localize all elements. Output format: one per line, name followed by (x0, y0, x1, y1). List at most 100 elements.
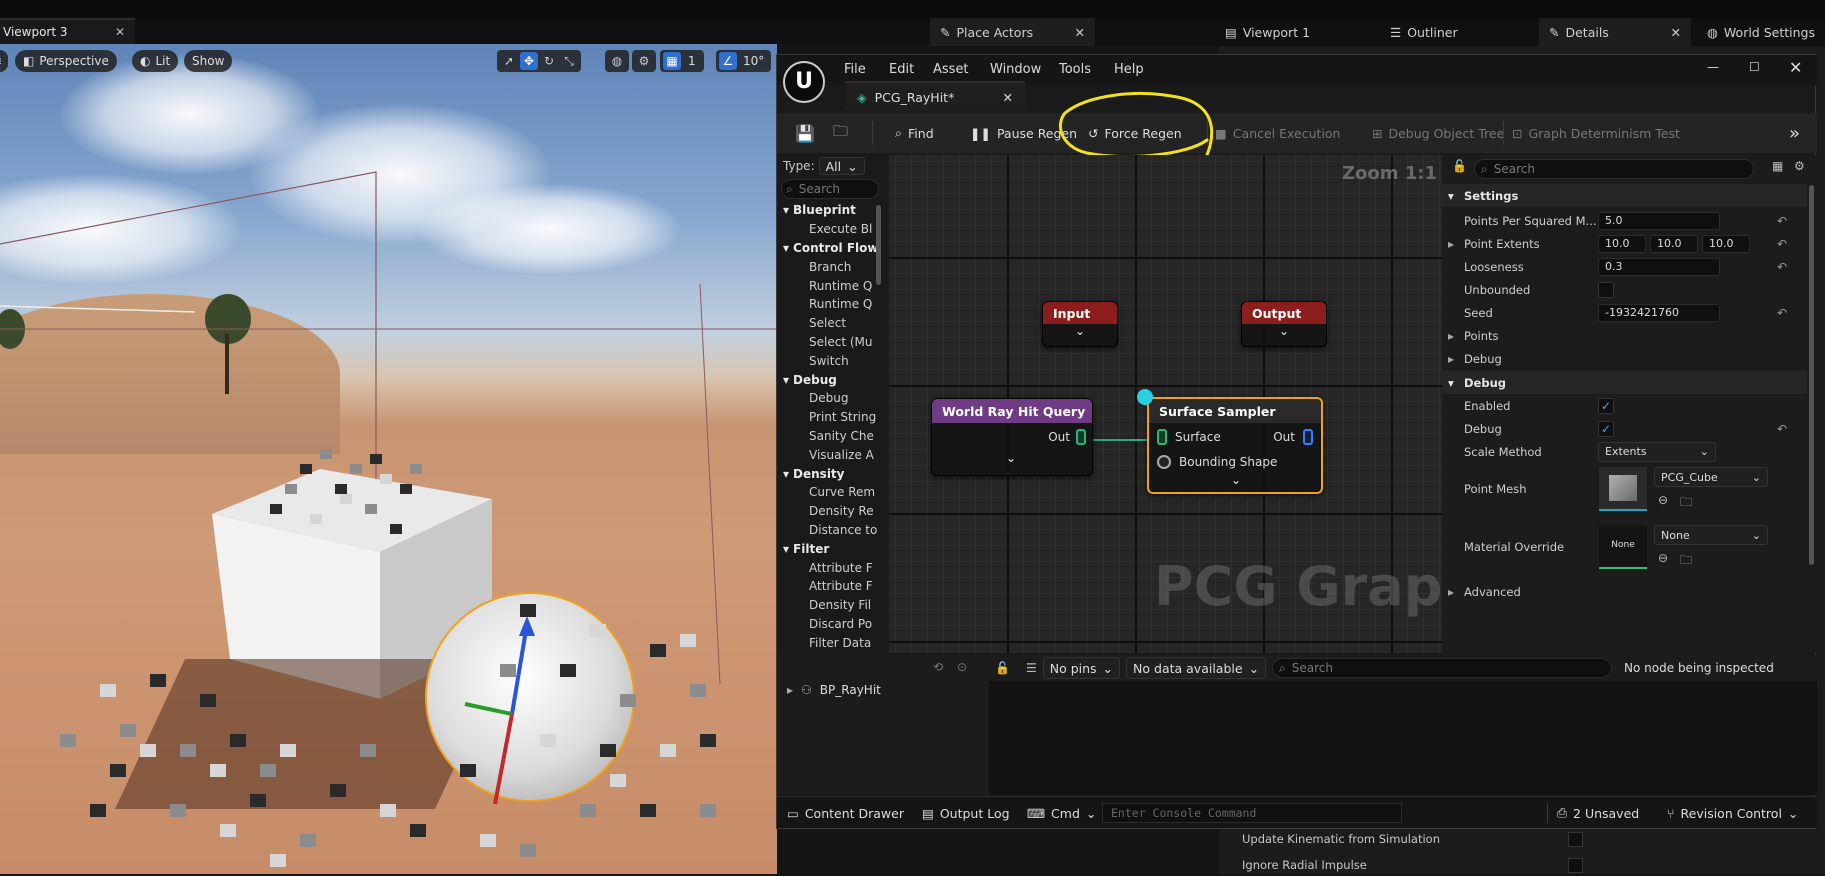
scrollbar[interactable] (1809, 185, 1814, 565)
reset-icon[interactable]: ↶ (1777, 214, 1787, 228)
detail-checkbox[interactable] (1568, 831, 1583, 847)
out-pin-icon[interactable] (1076, 429, 1086, 445)
palette-item[interactable]: Switch (777, 351, 883, 370)
rotate-icon[interactable]: ↻ (540, 52, 558, 70)
console-input[interactable]: Enter Console Command (1102, 803, 1402, 823)
gear-icon[interactable]: ⚙ (1794, 159, 1805, 173)
menu-tools[interactable]: Tools (1059, 62, 1091, 77)
menu-file[interactable]: File (844, 62, 866, 77)
out-pin-icon[interactable] (1303, 429, 1313, 445)
reset-icon[interactable]: ↶ (1777, 422, 1787, 436)
tab-viewport1[interactable]: ▤ Viewport 1 (1215, 18, 1320, 46)
palette-search[interactable]: ⌕ Search (781, 179, 879, 199)
browse-icon[interactable]: 🗀 (1680, 551, 1692, 572)
lock-icon[interactable]: 🔓 (1452, 159, 1467, 173)
unsaved-button[interactable]: ⎙ 2 Unsaved (1557, 797, 1639, 829)
chevron-down-icon[interactable]: ⌄ (1242, 324, 1326, 338)
focus-icon[interactable]: ⊙ (957, 660, 967, 674)
translate-icon[interactable]: ✥ (520, 52, 538, 70)
table-view-icon[interactable]: ▦ (1772, 159, 1783, 173)
debug-checkbox[interactable]: ✓ (1598, 420, 1614, 437)
close-icon[interactable]: ✕ (1003, 90, 1013, 105)
bounding-shape-pin-icon[interactable] (1157, 455, 1171, 469)
tree-item-bp-rayhit[interactable]: ▸ ⚇ BP_RayHit (787, 683, 881, 697)
settings-section[interactable]: ▾ Settings (1442, 184, 1807, 207)
world-local-toggle[interactable]: ◍ (605, 50, 629, 72)
type-dropdown[interactable]: All ⌄ (818, 157, 865, 175)
menu-help[interactable]: Help (1114, 62, 1144, 77)
browse-icon[interactable]: 🗀 (1680, 493, 1692, 514)
output-log-button[interactable]: ▤ Output Log (922, 797, 1010, 829)
grid-icon[interactable]: ▦ (663, 52, 681, 70)
extent-z-input[interactable]: 10.0 (1702, 234, 1750, 253)
viewport-tab[interactable]: Viewport 3 ✕ (0, 18, 135, 44)
reset-icon[interactable]: ↶ (1777, 306, 1787, 320)
scale-method-dropdown[interactable]: Extents ⌄ (1598, 441, 1716, 462)
world-ray-hit-query-node[interactable]: World Ray Hit Query Out ⌄ (931, 398, 1093, 476)
extent-y-input[interactable]: 10.0 (1650, 234, 1698, 253)
close-icon[interactable]: ✕ (115, 25, 125, 39)
palette-item[interactable]: Sanity Che (777, 427, 883, 446)
use-selected-icon[interactable]: ⊖ (1658, 493, 1668, 507)
material-override-dropdown[interactable]: None ⌄ (1654, 525, 1768, 545)
find-button[interactable]: ⌕ Find (895, 113, 934, 153)
lit-button[interactable]: ◐ Lit (132, 50, 179, 72)
level-viewport[interactable]: ≡ ◧Perspective ◐Lit Show ➚ ✥ ↻ ⤡ ◍ ⚙ ▦1 … (0, 44, 777, 874)
snap-icon[interactable]: ⚙ (635, 52, 653, 70)
palette-item[interactable]: Distance to (777, 521, 883, 540)
maximize-icon[interactable]: ☐ (1749, 60, 1760, 74)
angle-icon[interactable]: ∠ (719, 52, 737, 70)
rotation-snap[interactable]: ∠ 10° (716, 50, 772, 72)
graph-canvas[interactable]: Zoom 1:1 PCG Graph Input ⌄ Output ⌄ Worl… (889, 155, 1449, 653)
scale-icon[interactable]: ⤡ (560, 52, 578, 70)
palette-item[interactable]: Branch (777, 257, 883, 276)
revision-control-button[interactable]: ⑂ Revision Control ⌄ (1667, 797, 1798, 829)
palette-item[interactable]: Visualize A (777, 445, 883, 464)
palette-item[interactable]: Filter Data (777, 633, 883, 652)
surface-sampler-node[interactable]: Surface Sampler Surface Out Bounding Sha… (1147, 397, 1323, 494)
use-selected-icon[interactable]: ⊖ (1658, 551, 1668, 565)
palette-category[interactable]: ▾ Blueprint (777, 201, 883, 220)
content-drawer-button[interactable]: ▭ Content Drawer (787, 797, 904, 829)
palette-category[interactable]: ▾ Control Flow (777, 239, 883, 258)
menu-asset[interactable]: Asset (933, 62, 969, 77)
tab-world-settings[interactable]: ◍ World Settings (1697, 18, 1825, 46)
palette-item[interactable]: Density Fil (777, 596, 883, 615)
pins-filter-dropdown[interactable]: No pins ⌄ (1042, 657, 1121, 679)
looseness-input[interactable]: 0.3 (1598, 257, 1720, 276)
close-window-icon[interactable]: ✕ (1789, 58, 1802, 77)
details-search[interactable]: ⌕ Search (1474, 159, 1754, 179)
tab-outliner[interactable]: ☰ Outliner (1380, 18, 1468, 46)
surface-snap-toggle[interactable]: ⚙ (632, 50, 656, 72)
material-thumbnail[interactable]: None (1599, 525, 1647, 569)
select-icon[interactable]: ➚ (500, 52, 518, 70)
chevron-down-icon[interactable]: ⌄ (1231, 473, 1241, 487)
lock-icon[interactable]: 🔓 (995, 661, 1010, 675)
seed-input[interactable]: -1932421760 (1598, 303, 1720, 322)
refresh-icon[interactable]: ⟲ (933, 660, 943, 674)
chevron-right-icon[interactable]: ▸ (1448, 237, 1454, 251)
close-icon[interactable]: ✕ (1075, 25, 1085, 40)
palette-category[interactable]: ▾ Debug (777, 370, 883, 389)
input-node[interactable]: Input ⌄ (1042, 301, 1118, 347)
save-icon[interactable]: 💾 (795, 113, 815, 153)
palette-item[interactable]: Discard Po (777, 615, 883, 634)
output-node[interactable]: Output ⌄ (1241, 301, 1327, 347)
palette-item[interactable]: Runtime Q (777, 276, 883, 295)
palette-item[interactable]: Runtime Q (777, 295, 883, 314)
chevron-right-icon[interactable]: » (1789, 113, 1800, 153)
palette-item[interactable]: Print String (777, 408, 883, 427)
menu-edit[interactable]: Edit (889, 62, 914, 77)
reset-icon[interactable]: ↶ (1777, 260, 1787, 274)
palette-item[interactable]: Density Re (777, 502, 883, 521)
palette-item[interactable]: Execute Bl (777, 220, 883, 239)
unbounded-checkbox[interactable] (1598, 281, 1614, 298)
perspective-button[interactable]: ◧ Perspective (15, 50, 117, 72)
enabled-checkbox[interactable]: ✓ (1598, 397, 1614, 414)
cmd-dropdown[interactable]: ⌨ Cmd ⌄ (1027, 797, 1096, 829)
show-button[interactable]: Show (184, 50, 233, 72)
reset-icon[interactable]: ↶ (1777, 237, 1787, 251)
advanced-row[interactable]: ▸ Advanced (1442, 580, 1807, 603)
palette-item[interactable]: Curve Rem (777, 483, 883, 502)
debug-object-tree-button[interactable]: ⊞ Debug Object Tree (1372, 113, 1504, 153)
